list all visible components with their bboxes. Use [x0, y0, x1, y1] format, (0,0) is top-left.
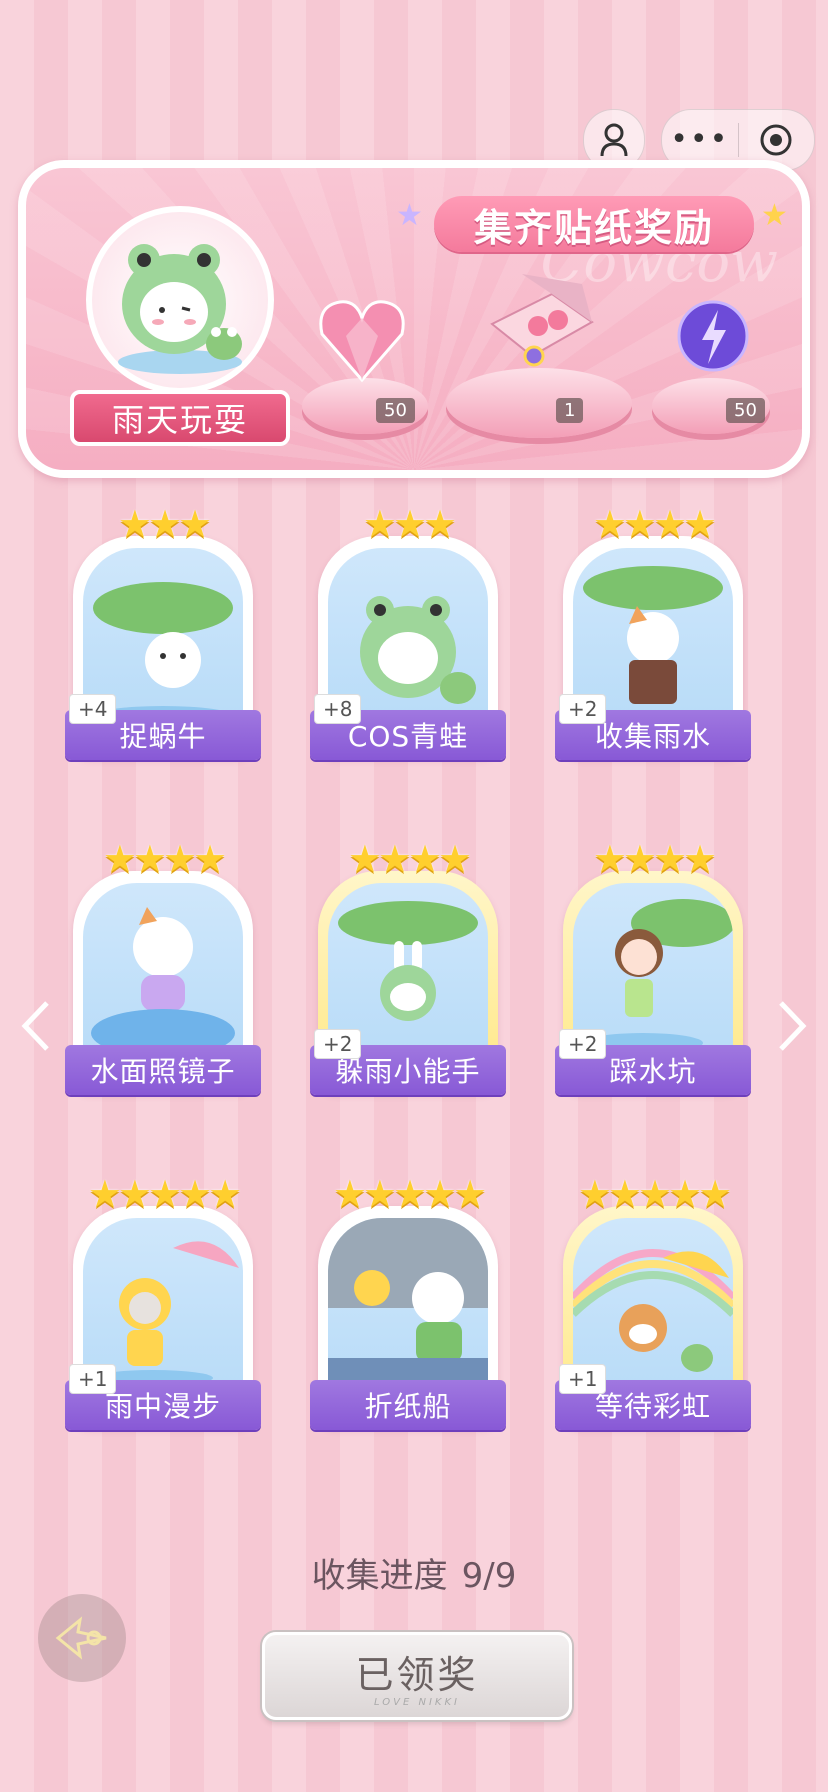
sticker-card[interactable]: ★★★ COS青蛙 +8: [310, 504, 506, 760]
sticker-bonus-badge: +2: [314, 1029, 362, 1059]
sticker-art: [573, 548, 733, 718]
sticker-name: 等待彩虹: [594, 1390, 711, 1423]
sticker-illustration-icon: [583, 899, 733, 1053]
sticker-name: COS青蛙: [347, 720, 469, 753]
sticker-card[interactable]: ★★★★ 踩水坑 +2: [555, 839, 751, 1095]
star-deco-icon: ★: [761, 198, 788, 233]
sticker-bonus-badge: +1: [559, 1364, 607, 1394]
sticker-art: [328, 883, 488, 1053]
sticker-card[interactable]: ★★★★★ 折纸船: [310, 1174, 506, 1430]
claimed-sublabel: LOVE NIKKI: [374, 1697, 460, 1708]
sticker-card[interactable]: ★★★★ 收集雨水 +2: [555, 504, 751, 760]
reward-count: 50: [376, 398, 415, 423]
sticker-illustration-icon: [328, 1218, 488, 1388]
collection-progress: 收集进度 9/9: [0, 1548, 828, 1597]
sticker-name: 踩水坑: [609, 1055, 697, 1088]
reward-banner: Cowcow ★ ★ 集齐贴纸奖励 雨天玩耍 50 1 50: [18, 160, 810, 478]
sticker-bonus-badge: +4: [69, 694, 117, 724]
star-rating: ★★★★: [592, 502, 717, 546]
sticker-card[interactable]: ★★★★★ 雨中漫步 +1: [65, 1174, 261, 1430]
sticker-bonus-badge: +2: [559, 694, 607, 724]
sticker-art: [83, 1218, 243, 1388]
star-rating: ★★★★: [347, 837, 472, 881]
sticker-bonus-badge: +2: [559, 1029, 607, 1059]
claimed-button[interactable]: 已领奖 LOVE NIKKI: [262, 1632, 572, 1720]
banner-title: 集齐贴纸奖励: [473, 205, 714, 250]
close-miniprogram-icon[interactable]: [739, 123, 815, 157]
sticker-bonus-badge: +8: [314, 694, 362, 724]
frog-hood-cat-icon: [118, 244, 242, 374]
sticker-illustration-icon: [360, 596, 476, 704]
banner-title-pill: 集齐贴纸奖励: [434, 196, 754, 252]
back-button[interactable]: [38, 1594, 126, 1682]
user-profile-icon: [600, 123, 628, 157]
sticker-name: 收集雨水: [594, 720, 711, 753]
sticker-art: [328, 1218, 488, 1388]
chevron-left-icon: [21, 1001, 49, 1051]
sticker-name: 捉蜗牛: [119, 720, 207, 753]
sticker-illustration-icon: [338, 901, 478, 1021]
sticker-art: [328, 548, 488, 718]
sticker-bonus-badge: +1: [69, 1364, 117, 1394]
progress-value: 9/9: [461, 1556, 517, 1596]
sticker-art: [83, 548, 243, 718]
sticker-illustration-icon: [93, 1241, 239, 1386]
sticker-art: [573, 1218, 733, 1388]
sticker-art: [573, 883, 733, 1053]
sticker-card[interactable]: ★★★★★ 等待彩虹 +1: [555, 1174, 751, 1430]
progress-label: 收集进度: [311, 1556, 448, 1596]
star-rating: ★★★★★: [87, 1172, 242, 1216]
star-deco-icon: ★: [396, 198, 423, 233]
sticker-illustration-icon: [91, 907, 235, 1053]
star-rating: ★★★★: [592, 837, 717, 881]
sticker-illustration-icon: [93, 582, 233, 718]
claimed-label: 已领奖: [355, 1653, 479, 1697]
reward-count: 1: [556, 398, 584, 423]
star-rating: ★★★★★: [577, 1172, 732, 1216]
theme-name: 雨天玩耍: [111, 401, 248, 439]
prev-page-button[interactable]: [18, 996, 54, 1056]
reward-count: 50: [726, 398, 765, 423]
next-page-button[interactable]: [774, 996, 810, 1056]
sticker-label-bar: 水面照镜子: [65, 1045, 261, 1095]
sticker-name: 雨中漫步: [104, 1390, 221, 1423]
sticker-illustration-icon: [583, 566, 723, 704]
sticker-card[interactable]: ★★★★ 水面照镜子: [65, 839, 261, 1095]
chevron-right-icon: [779, 1001, 807, 1051]
star-rating: ★★★: [362, 502, 457, 546]
star-rating: ★★★: [117, 502, 212, 546]
back-arrow-icon: [55, 1616, 107, 1660]
star-rating: ★★★★: [102, 837, 227, 881]
gift-box-icon: [490, 274, 594, 367]
sticker-name: 折纸船: [364, 1390, 452, 1423]
sticker-art: [83, 883, 243, 1053]
sticker-card[interactable]: ★★★ 捉蜗牛 +4: [65, 504, 261, 760]
sticker-name: 水面照镜子: [90, 1055, 236, 1088]
energy-orb-icon: [677, 300, 749, 372]
star-rating: ★★★★★: [332, 1172, 487, 1216]
sticker-label-bar: 折纸船: [310, 1380, 506, 1430]
sticker-illustration-icon: [573, 1249, 733, 1372]
pink-diamond-heart-icon: [319, 300, 405, 383]
theme-name-ribbon: 雨天玩耍: [70, 390, 290, 446]
theme-avatar: [86, 206, 274, 394]
sticker-card[interactable]: ★★★★ 躲雨小能手 +2: [310, 839, 506, 1095]
